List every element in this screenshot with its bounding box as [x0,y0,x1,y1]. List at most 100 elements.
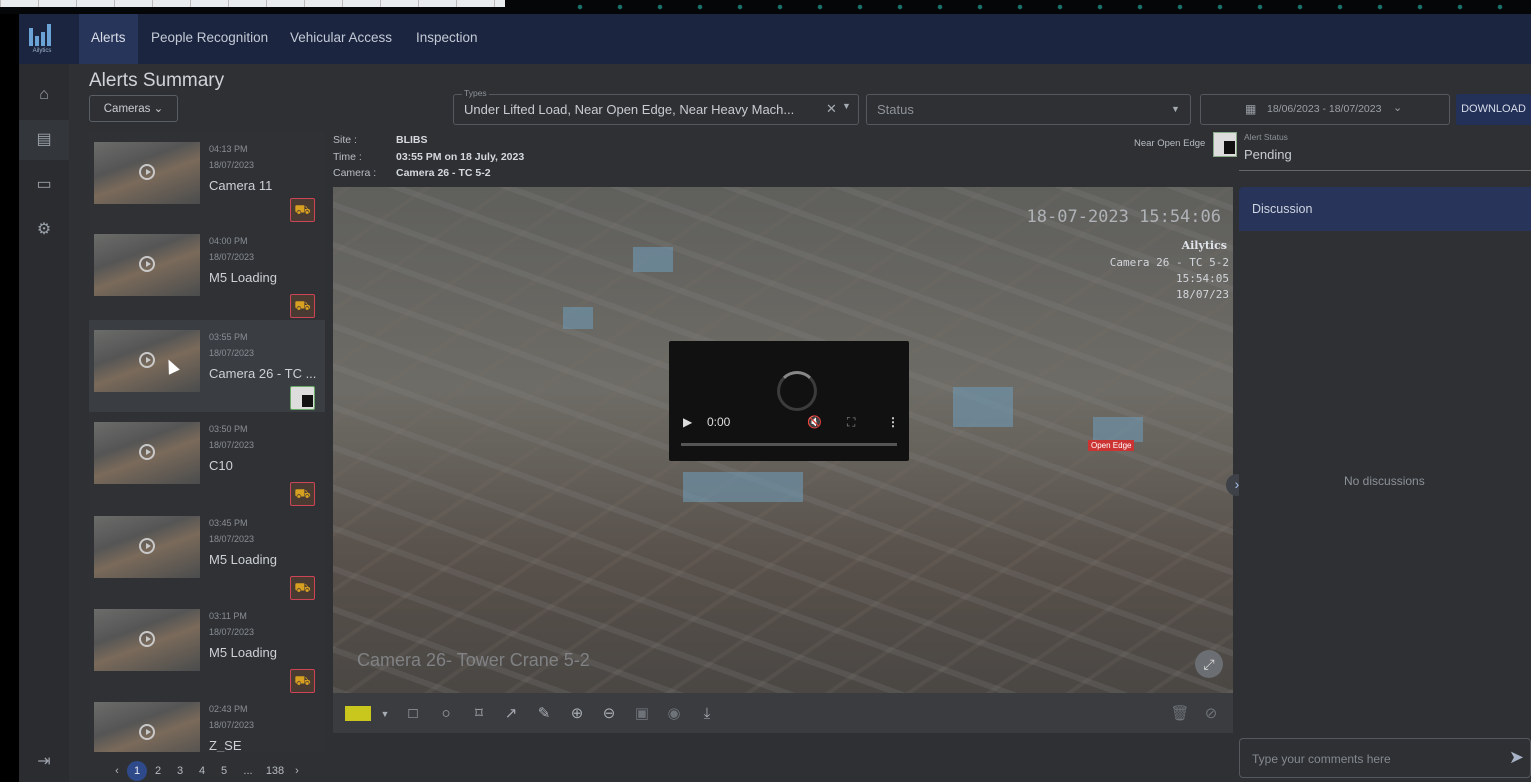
alert-status-label: Alert Status [1244,132,1288,142]
prev-page-button[interactable]: ‹ [113,761,121,781]
circle-icon[interactable]: ○ [434,702,458,726]
page-2-button[interactable]: 2 [153,761,163,781]
alert-camera: C10 [209,458,233,473]
play-icon [139,164,155,180]
color-swatch[interactable] [345,706,371,721]
download-button[interactable]: DOWNLOAD [1456,94,1531,125]
list-item[interactable]: 04:13 PM 18/07/2023 Camera 11 ⛟ [89,132,325,224]
video-progress-bar[interactable] [681,443,897,446]
discussion-title: Discussion [1252,202,1313,216]
chat-icon[interactable]: ▭ [19,165,69,205]
tab-people-recognition[interactable]: People Recognition [139,14,280,64]
save-icon[interactable]: ▣ [630,702,654,726]
list-item[interactable]: 02:43 PM 18/07/2023 Z_SE [89,692,325,752]
play-icon [139,256,155,272]
edit-icon[interactable]: ✎ [532,702,556,726]
download-icon[interactable]: ⤓ [695,702,719,726]
alert-list[interactable]: 04:13 PM 18/07/2023 Camera 11 ⛟ 04:00 PM… [89,132,325,752]
play-icon [139,444,155,460]
list-item[interactable]: 03:45 PM 18/07/2023 M5 Loading ⛟ [89,506,325,600]
list-item[interactable]: 04:00 PM 18/07/2023 M5 Loading ⛟ [89,224,325,318]
discussion-header: Discussion [1239,187,1531,231]
alert-thumbnail[interactable] [94,422,200,484]
alert-camera: Z_SE [209,738,242,752]
alert-date: 18/07/2023 [209,160,255,170]
alert-status-select[interactable]: Alert Status Pending [1239,132,1531,171]
alert-date: 18/07/2023 [209,534,255,544]
play-icon [139,538,155,554]
zoom-in-icon[interactable]: ⊕ [565,702,589,726]
scene-tarp [563,307,593,329]
status-select[interactable]: Status ▼ [866,94,1191,125]
zoom-out-icon[interactable]: ⊖ [597,702,621,726]
settings-icon[interactable]: ⚙ [19,210,69,250]
list-item[interactable]: 03:50 PM 18/07/2023 C10 ⛟ [89,412,325,506]
play-icon [139,631,155,647]
alert-thumbnail[interactable] [94,234,200,296]
page-1-button[interactable]: 1 [127,761,147,781]
status-dropdown-icon: ▼ [1171,104,1180,114]
play-icon[interactable]: ▶ [683,415,692,429]
tab-alerts[interactable]: Alerts [79,14,138,64]
alert-video-frame[interactable]: 18-07-2023 15:54:06 Ailytics Camera 26 -… [333,187,1233,693]
alert-time: 04:13 PM [209,144,248,154]
page-4-button[interactable]: 4 [197,761,207,781]
clear-types-icon[interactable]: ✕ [826,101,837,117]
send-icon[interactable]: ➤ [1509,747,1524,768]
types-label: Types [462,88,489,98]
alert-thumbnail[interactable] [94,330,200,392]
page-138-button[interactable]: 138 [263,761,287,781]
trash-icon[interactable]: 🗑 [1168,702,1192,726]
logout-icon[interactable]: ⇥ [19,742,69,782]
more-options-icon[interactable]: ⋮ [887,415,899,429]
browser-top-strip [0,0,1531,14]
chevron-down-icon: ⌄ [1393,102,1403,114]
heavy-machinery-icon: ⛟ [290,198,315,222]
calendar-icon: ▦ [1245,102,1257,116]
alert-thumbnail[interactable] [94,516,200,578]
tab-vehicular-access[interactable]: Vehicular Access [278,14,404,64]
types-dropdown-icon[interactable]: ▼ [842,101,851,111]
alert-thumbnail[interactable] [94,609,200,671]
alert-date: 18/07/2023 [209,627,255,637]
comment-input[interactable] [1250,748,1494,770]
list-icon[interactable]: ▤ [19,120,69,160]
next-page-button[interactable]: › [293,761,301,781]
alert-thumbnail[interactable] [94,702,200,752]
list-item[interactable]: 03:11 PM 18/07/2023 M5 Loading ⛟ [89,599,325,693]
scene-tarp [1093,417,1143,442]
tab-inspection[interactable]: Inspection [404,14,490,64]
home-icon[interactable]: ⌂ [19,75,69,115]
fullscreen-icon[interactable]: ⛶ [847,415,855,430]
page-5-button[interactable]: 5 [219,761,229,781]
mute-icon[interactable]: 🔇 [807,415,822,429]
cameras-dropdown-button[interactable]: Cameras ⌄ [89,95,178,122]
eye-icon[interactable]: ◉ [662,702,686,726]
types-select[interactable]: Under Lifted Load, Near Open Edge, Near … [453,94,859,125]
page-3-button[interactable]: 3 [175,761,185,781]
ailytics-logo[interactable]: Ailytics [25,22,59,56]
polygon-icon[interactable]: ⌑ [467,702,491,726]
alert-camera: Camera 26 - TC ... [209,366,317,381]
no-discussions-text: No discussions [1344,474,1425,488]
list-item-selected[interactable]: 03:55 PM 18/07/2023 Camera 26 - TC ... [89,320,325,412]
site-label: Site : [333,134,357,146]
square-icon[interactable]: □ [401,702,425,726]
video-player[interactable]: ▶ 0:00 🔇 ⛶ ⋮ [669,341,909,461]
alert-date: 18/07/2023 [209,348,255,358]
color-dropdown-icon[interactable]: ▼ [373,702,397,726]
loading-spinner-icon [777,371,817,411]
alert-thumbnail[interactable] [94,142,200,204]
alert-time: 02:43 PM [209,704,248,714]
open-edge-tag: Open Edge [1088,440,1135,451]
video-timestamp: 18-07-2023 15:54:06 [1026,207,1221,227]
date-range-picker[interactable]: ▦ 18/06/2023 - 18/07/2023 ⌄ [1200,94,1450,125]
alert-date: 18/07/2023 [209,252,255,262]
fullscreen-expand-icon[interactable]: ⤢ [1195,650,1223,678]
decorative-dots [560,0,1520,14]
arrow-icon[interactable]: ↗ [499,702,523,726]
scene-tarp [683,472,803,502]
block-icon[interactable]: ⊘ [1199,702,1223,726]
alert-date: 18/07/2023 [209,440,255,450]
heavy-machinery-icon: ⛟ [290,482,315,506]
